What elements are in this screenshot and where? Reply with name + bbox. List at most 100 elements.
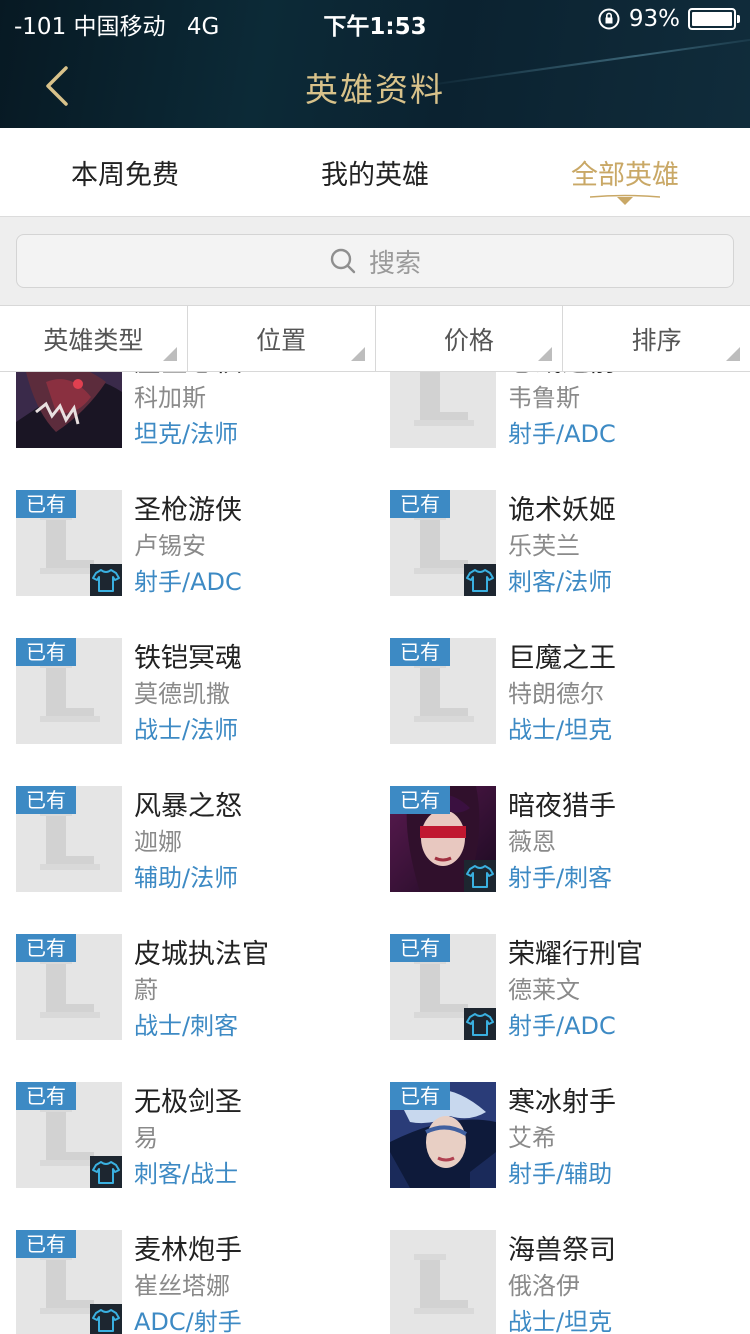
hero-card[interactable]: 已有 荣耀行刑官 德莱文 射手/ADC bbox=[390, 934, 750, 1040]
hero-list-content: 已有 虚空恐惧 科加斯 坦克/法师 已有 惩戒之箭 韦鲁斯 射手/ADC 已有 … bbox=[0, 372, 750, 1334]
hero-name: 蔚 bbox=[134, 976, 158, 1004]
hero-row: 已有 风暴之怒 迦娜 辅助/法师 已有 暗夜猎手 薇恩 射手/刺客 bbox=[0, 786, 750, 934]
hero-name: 艾希 bbox=[508, 1124, 556, 1152]
hero-card[interactable]: 已有 暗夜猎手 薇恩 射手/刺客 bbox=[390, 786, 750, 892]
tshirt-icon bbox=[466, 1013, 494, 1036]
hero-role: 辅助/法师 bbox=[134, 864, 239, 892]
hero-title: 寒冰射手 bbox=[508, 1087, 616, 1118]
hero-row: 已有 铁铠冥魂 莫德凯撒 战士/法师 已有 巨魔之王 特朗德尔 战士/坦克 bbox=[0, 638, 750, 786]
hero-title: 诡术妖姬 bbox=[508, 495, 616, 526]
hero-name: 科加斯 bbox=[134, 384, 206, 412]
hero-card[interactable]: 已有 麦林炮手 崔丝塔娜 ADC/射手 bbox=[16, 1230, 376, 1334]
app-header: -101 中国移动 4G 下午1:53 93% 英雄资料 bbox=[0, 0, 750, 128]
owned-badge: 已有 bbox=[16, 1082, 76, 1110]
hero-card[interactable]: 已有 惩戒之箭 韦鲁斯 射手/ADC bbox=[390, 372, 750, 448]
hero-role: 战士/刺客 bbox=[134, 1012, 239, 1040]
hero-role: 射手/ADC bbox=[508, 420, 616, 448]
orientation-lock-icon bbox=[598, 8, 620, 30]
tab-bar: 本周免费 我的英雄 全部英雄 bbox=[0, 128, 750, 216]
hero-portrait: 已有 bbox=[16, 934, 122, 1040]
filter-position[interactable]: 位置 bbox=[188, 306, 376, 371]
hero-name: 薇恩 bbox=[508, 828, 556, 856]
owned-badge: 已有 bbox=[16, 490, 76, 518]
hero-portrait: 已有 bbox=[390, 490, 496, 596]
hero-name: 韦鲁斯 bbox=[508, 384, 580, 412]
search-input[interactable]: 搜索 bbox=[16, 234, 734, 288]
hero-portrait bbox=[390, 1230, 496, 1334]
hero-title: 暗夜猎手 bbox=[508, 791, 616, 822]
hero-name: 迦娜 bbox=[134, 828, 182, 856]
hero-portrait-art bbox=[16, 372, 122, 448]
hero-title: 巨魔之王 bbox=[508, 643, 616, 674]
tshirt-icon bbox=[92, 569, 120, 592]
tab-label: 本周免费 bbox=[71, 159, 179, 191]
hero-portrait: 已有 bbox=[16, 1082, 122, 1188]
tshirt-icon bbox=[92, 1309, 120, 1332]
hero-card[interactable]: 已有 风暴之怒 迦娜 辅助/法师 bbox=[16, 786, 376, 892]
hero-name: 乐芙兰 bbox=[508, 532, 580, 560]
tshirt-icon bbox=[92, 1161, 120, 1184]
hero-role: 射手/辅助 bbox=[508, 1160, 613, 1188]
hero-name: 崔丝塔娜 bbox=[134, 1272, 230, 1300]
owned-badge: 已有 bbox=[390, 638, 450, 666]
hero-role: 战士/坦克 bbox=[508, 1308, 613, 1334]
placeholder-logo-icon bbox=[414, 372, 474, 426]
hero-card[interactable]: 已有 皮城执法官 蔚 战士/刺客 bbox=[16, 934, 376, 1040]
hero-row: 已有 无极剑圣 易 刺客/战士 已有 寒冰射手 艾希 射手/辅助 bbox=[0, 1082, 750, 1230]
hero-role: 战士/法师 bbox=[134, 716, 239, 744]
skin-owned-icon bbox=[464, 860, 496, 892]
status-right-group: 93% bbox=[597, 6, 740, 32]
hero-portrait: 已有 bbox=[16, 490, 122, 596]
hero-role: 战士/坦克 bbox=[508, 716, 613, 744]
filter-price[interactable]: 价格 bbox=[376, 306, 564, 371]
hero-name: 俄洛伊 bbox=[508, 1272, 580, 1300]
hero-card[interactable]: 已有 圣枪游侠 卢锡安 射手/ADC bbox=[16, 490, 376, 596]
hero-row: 已有 圣枪游侠 卢锡安 射手/ADC 已有 诡术妖姬 乐芙兰 刺客/法师 bbox=[0, 490, 750, 638]
skin-owned-icon bbox=[464, 564, 496, 596]
hero-title: 铁铠冥魂 bbox=[134, 643, 242, 674]
hero-portrait: 已有 bbox=[390, 372, 496, 448]
hero-card[interactable]: 海兽祭司 俄洛伊 战士/坦克 bbox=[390, 1230, 750, 1334]
skin-owned-icon bbox=[90, 564, 122, 596]
owned-badge: 已有 bbox=[16, 934, 76, 962]
hero-card[interactable]: 已有 铁铠冥魂 莫德凯撒 战士/法师 bbox=[16, 638, 376, 744]
hero-card[interactable]: 已有 虚空恐惧 科加斯 坦克/法师 bbox=[16, 372, 376, 448]
tab-label: 我的英雄 bbox=[321, 159, 429, 191]
filter-sort[interactable]: 排序 bbox=[563, 306, 750, 371]
skin-owned-icon bbox=[90, 1156, 122, 1188]
hero-title: 无极剑圣 bbox=[134, 1087, 242, 1118]
hero-card[interactable]: 已有 寒冰射手 艾希 射手/辅助 bbox=[390, 1082, 750, 1188]
filter-label: 排序 bbox=[631, 325, 682, 355]
hero-card[interactable]: 已有 巨魔之王 特朗德尔 战士/坦克 bbox=[390, 638, 750, 744]
tab-free-this-week[interactable]: 本周免费 bbox=[0, 128, 250, 216]
hero-card[interactable]: 已有 诡术妖姬 乐芙兰 刺客/法师 bbox=[390, 490, 750, 596]
hero-list[interactable]: 已有 虚空恐惧 科加斯 坦克/法师 已有 惩戒之箭 韦鲁斯 射手/ADC 已有 … bbox=[0, 372, 750, 1334]
hero-name: 易 bbox=[134, 1124, 158, 1152]
filter-label: 价格 bbox=[443, 325, 494, 355]
hero-role: 射手/刺客 bbox=[508, 864, 613, 892]
hero-portrait: 已有 bbox=[390, 786, 496, 892]
tab-my-heroes[interactable]: 我的英雄 bbox=[250, 128, 500, 216]
tab-all-heroes[interactable]: 全部英雄 bbox=[500, 128, 750, 216]
owned-badge: 已有 bbox=[16, 638, 76, 666]
hero-card[interactable]: 已有 无极剑圣 易 刺客/战士 bbox=[16, 1082, 376, 1188]
hero-title: 风暴之怒 bbox=[134, 791, 242, 822]
hero-row: 已有 皮城执法官 蔚 战士/刺客 已有 荣耀行刑官 德莱文 射手/ADC bbox=[0, 934, 750, 1082]
hero-role: 射手/ADC bbox=[134, 568, 242, 596]
hero-title: 圣枪游侠 bbox=[134, 495, 242, 526]
owned-badge: 已有 bbox=[390, 786, 450, 814]
filter-hero-type[interactable]: 英雄类型 bbox=[0, 306, 188, 371]
filter-label: 英雄类型 bbox=[43, 325, 144, 355]
hero-portrait: 已有 bbox=[16, 638, 122, 744]
tshirt-icon bbox=[466, 865, 494, 888]
tab-label: 全部英雄 bbox=[571, 159, 679, 191]
hero-row: 已有 虚空恐惧 科加斯 坦克/法师 已有 惩戒之箭 韦鲁斯 射手/ADC bbox=[0, 372, 750, 490]
battery-icon bbox=[688, 8, 740, 30]
hero-portrait: 已有 bbox=[390, 638, 496, 744]
skin-owned-icon bbox=[90, 1304, 122, 1334]
hero-role: 射手/ADC bbox=[508, 1012, 616, 1040]
dropdown-corner-icon bbox=[350, 347, 365, 361]
hero-portrait: 已有 bbox=[16, 1230, 122, 1334]
hero-title: 皮城执法官 bbox=[134, 939, 269, 970]
hero-portrait: 已有 bbox=[16, 786, 122, 892]
